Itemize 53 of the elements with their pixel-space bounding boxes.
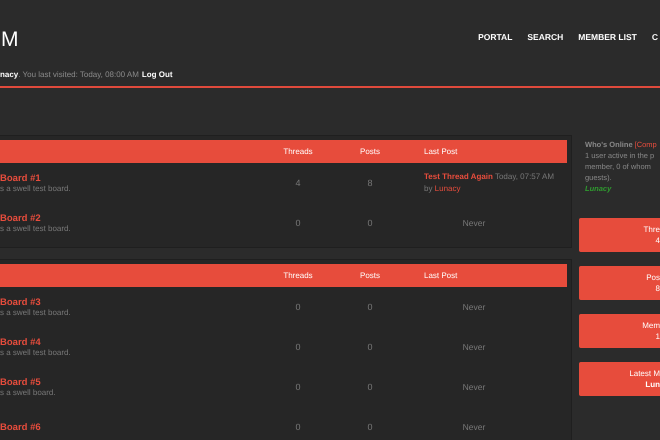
- column-header: Threads: [282, 147, 314, 156]
- thread-count: 0: [294, 342, 302, 352]
- last-post-info: Never: [462, 218, 486, 228]
- column-header: Threads: [282, 271, 314, 280]
- board-link[interactable]: Board #4: [0, 337, 41, 348]
- column-header: Last Post: [423, 147, 458, 156]
- nav-link[interactable]: C: [652, 32, 658, 42]
- stat-value: 1: [656, 331, 660, 342]
- post-count: 0: [366, 342, 374, 352]
- stat-value: Lun: [645, 379, 660, 390]
- board-description: s a swell board.: [0, 388, 56, 397]
- column-header: Posts: [358, 271, 381, 280]
- stat-label: Mem: [642, 320, 660, 331]
- board-link[interactable]: Board #3: [0, 297, 41, 308]
- stat-value: 8: [656, 283, 660, 294]
- column-header: Posts: [358, 147, 381, 156]
- thread-count: 4: [294, 178, 302, 188]
- stat-label: Pos: [646, 272, 660, 283]
- stat-label: Thre: [644, 224, 660, 235]
- last-visit-text: . You last visited: Today, 08:00 AM: [18, 70, 139, 79]
- forum-logo[interactable]: M: [1, 22, 18, 52]
- thread-count: 0: [294, 302, 302, 312]
- stat-label: Latest M: [629, 368, 660, 379]
- board-description: s a swell test board.: [0, 308, 71, 317]
- username-link[interactable]: nacy: [0, 70, 18, 79]
- nav-link[interactable]: PORTAL: [478, 32, 512, 42]
- thread-count: 0: [294, 422, 302, 432]
- board-link[interactable]: Board #6: [0, 422, 41, 432]
- last-post-info: Never: [462, 342, 486, 352]
- post-count: 0: [366, 422, 374, 432]
- last-post-info: Never: [462, 302, 486, 312]
- post-count: 8: [366, 178, 374, 188]
- last-post-info: Test Thread Again Today, 07:57 AM by Lunacy: [424, 171, 555, 195]
- nav-link[interactable]: MEMBER LIST: [578, 32, 637, 42]
- board-link[interactable]: Board #2: [0, 213, 41, 224]
- last-post-info: Never: [462, 422, 486, 432]
- board-description: s a swell test board.: [0, 348, 71, 357]
- stat-value: 4: [656, 235, 660, 246]
- post-count: 0: [366, 382, 374, 392]
- thread-count: 0: [294, 382, 302, 392]
- nav-link[interactable]: SEARCH: [527, 32, 564, 42]
- user-link[interactable]: Lunacy: [434, 184, 460, 193]
- thread-link[interactable]: Test Thread Again: [424, 172, 493, 181]
- last-post-info: Never: [462, 382, 486, 392]
- column-header: Last Post: [423, 271, 458, 280]
- post-count: 0: [366, 218, 374, 228]
- post-count: 0: [366, 302, 374, 312]
- board-description: s a swell test board.: [0, 184, 71, 193]
- board-link[interactable]: Board #5: [0, 377, 41, 388]
- board-link[interactable]: Board #1: [0, 173, 41, 184]
- log-out-link[interactable]: Log Out: [142, 70, 173, 79]
- thread-count: 0: [294, 218, 302, 228]
- board-description: s a swell test board.: [0, 224, 71, 233]
